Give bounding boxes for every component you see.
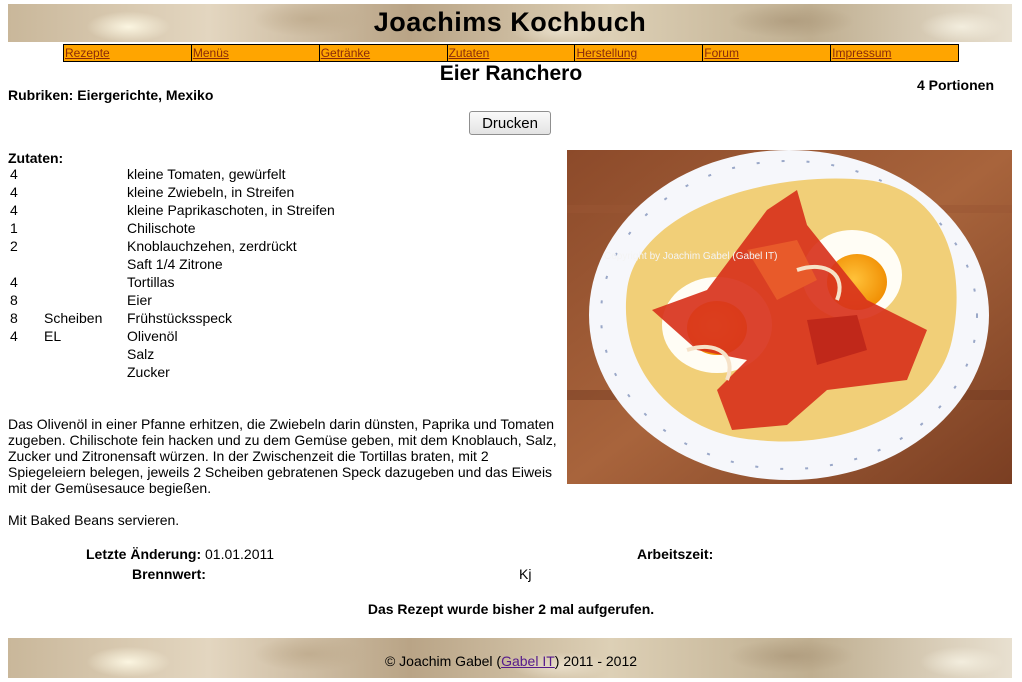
footer-prefix: © Joachim Gabel (	[384, 653, 502, 669]
ingredient-name: Frühstücksspeck	[127, 310, 233, 326]
ingredient-quantity: 8	[10, 310, 18, 326]
ingredient-unit	[44, 364, 127, 382]
ingredient-name: Salz	[127, 346, 155, 362]
ingredients-heading: Zutaten:	[8, 150, 64, 166]
ingredient-name: kleine Tomaten, gewürfelt	[127, 166, 286, 182]
ingredient-unit	[44, 220, 127, 238]
view-count: Das Rezept wurde bisher 2 mal aufgerufen…	[367, 601, 655, 617]
ingredient-unit	[44, 274, 127, 292]
nav-item-getraenke[interactable]: Getränke	[320, 45, 448, 61]
recipe-photo-image	[567, 150, 1012, 484]
ingredient-quantity: 4	[10, 328, 18, 344]
work-time-label: Arbeitszeit:	[637, 546, 714, 562]
ingredient-row: 8 Eier	[8, 292, 335, 310]
instructions-text: Das Olivenöl in einer Pfanne erhitzen, d…	[8, 416, 557, 496]
nav-item-menus[interactable]: Menüs	[192, 45, 320, 61]
energy: Brennwert:	[132, 566, 206, 582]
photo-copyright: Copyright by Joachim Gabel (Gabel IT)	[604, 251, 778, 262]
work-time: Arbeitszeit:	[637, 546, 713, 562]
ingredient-quantity	[8, 364, 44, 382]
nav-item-herstellung[interactable]: Herstellung	[575, 45, 704, 61]
ingredient-row: Zucker	[8, 364, 335, 382]
site-title: Joachims Kochbuch	[373, 7, 647, 37]
footer-suffix: ) 2011 - 2012	[554, 653, 638, 669]
ingredient-name: Eier	[127, 292, 152, 308]
nav-item-zutaten[interactable]: Zutaten	[448, 45, 576, 61]
ingredient-row: 2 Knoblauchzehen, zerdrückt	[8, 238, 335, 256]
ingredient-name: Olivenöl	[127, 328, 178, 344]
last-changed-value: 01.01.2011	[205, 546, 275, 562]
last-changed-label: Letzte Änderung:	[86, 546, 202, 562]
ingredient-row: 4 EL Olivenöl	[8, 328, 335, 346]
footer-link-gabel-it[interactable]: Gabel IT	[501, 653, 555, 669]
recipe-photo: Copyright by Joachim Gabel (Gabel IT)	[567, 150, 1012, 484]
portions-count: 4 Portionen	[916, 77, 994, 93]
ingredient-quantity: 4	[10, 274, 18, 290]
ingredient-unit	[44, 346, 127, 364]
recipe-title: Eier Ranchero	[439, 62, 583, 85]
ingredient-quantity: 4	[10, 184, 18, 200]
ingredient-unit	[44, 202, 127, 220]
ingredient-row: Salz	[8, 346, 335, 364]
ingredients-table: 4 kleine Tomaten, gewürfelt 4 kleine Zwiebe…	[8, 166, 335, 382]
ingredient-quantity: 2	[10, 238, 18, 254]
ingredient-unit: EL	[44, 328, 62, 344]
nav-item-forum[interactable]: Forum	[703, 45, 832, 61]
ingredient-unit	[44, 166, 127, 184]
main-nav: Rezepte Menüs Getränke Zutaten Herstellu…	[63, 44, 959, 62]
nav-item-rezepte[interactable]: Rezepte	[64, 45, 192, 61]
serve-suggestion: Mit Baked Beans servieren.	[8, 512, 180, 528]
ingredient-row: 4 kleine Tomaten, gewürfelt	[8, 166, 335, 184]
ingredient-name: Tortillas	[127, 274, 175, 290]
ingredient-quantity: 4	[10, 166, 18, 182]
ingredient-row: 1 Chilischote	[8, 220, 335, 238]
ingredient-row: 4 kleine Zwiebeln, in Streifen	[8, 184, 335, 202]
footer-copyright: © Joachim Gabel (Gabel IT) 2011 - 2012	[0, 653, 1022, 669]
ingredient-name: kleine Zwiebeln, in Streifen	[127, 184, 295, 200]
energy-label: Brennwert:	[132, 566, 206, 582]
ingredient-quantity: 4	[10, 202, 18, 218]
ingredient-unit	[44, 238, 127, 256]
recipe-rubrics: Rubriken: Eiergerichte, Mexiko	[8, 87, 214, 103]
ingredient-row: 4 Tortillas	[8, 274, 335, 292]
ingredient-name: Saft 1/4 Zitrone	[127, 256, 223, 272]
ingredient-unit	[44, 292, 127, 310]
energy-unit: Kj	[519, 566, 532, 582]
print-button[interactable]: Drucken	[469, 111, 551, 135]
ingredient-name: Chilischote	[127, 220, 196, 236]
ingredient-row: Saft 1/4 Zitrone	[8, 256, 335, 274]
last-changed: Letzte Änderung: 01.01.2011	[86, 546, 274, 562]
ingredient-quantity: 8	[10, 292, 18, 308]
ingredient-quantity: 1	[10, 220, 18, 236]
ingredient-name: kleine Paprikaschoten, in Streifen	[127, 202, 335, 218]
ingredient-quantity	[8, 346, 44, 364]
ingredient-name: Knoblauchzehen, zerdrückt	[127, 238, 297, 254]
nav-item-impressum[interactable]: Impressum	[831, 45, 958, 61]
ingredient-quantity	[8, 256, 44, 274]
ingredient-unit	[44, 256, 127, 274]
ingredient-unit: Scheiben	[44, 310, 103, 326]
ingredient-unit	[44, 184, 127, 202]
header-banner: Joachims Kochbuch	[8, 4, 1012, 42]
ingredient-name: Zucker	[127, 364, 170, 380]
ingredient-row: 4 kleine Paprikaschoten, in Streifen	[8, 202, 335, 220]
ingredient-row: 8 Scheiben Frühstücksspeck	[8, 310, 335, 328]
